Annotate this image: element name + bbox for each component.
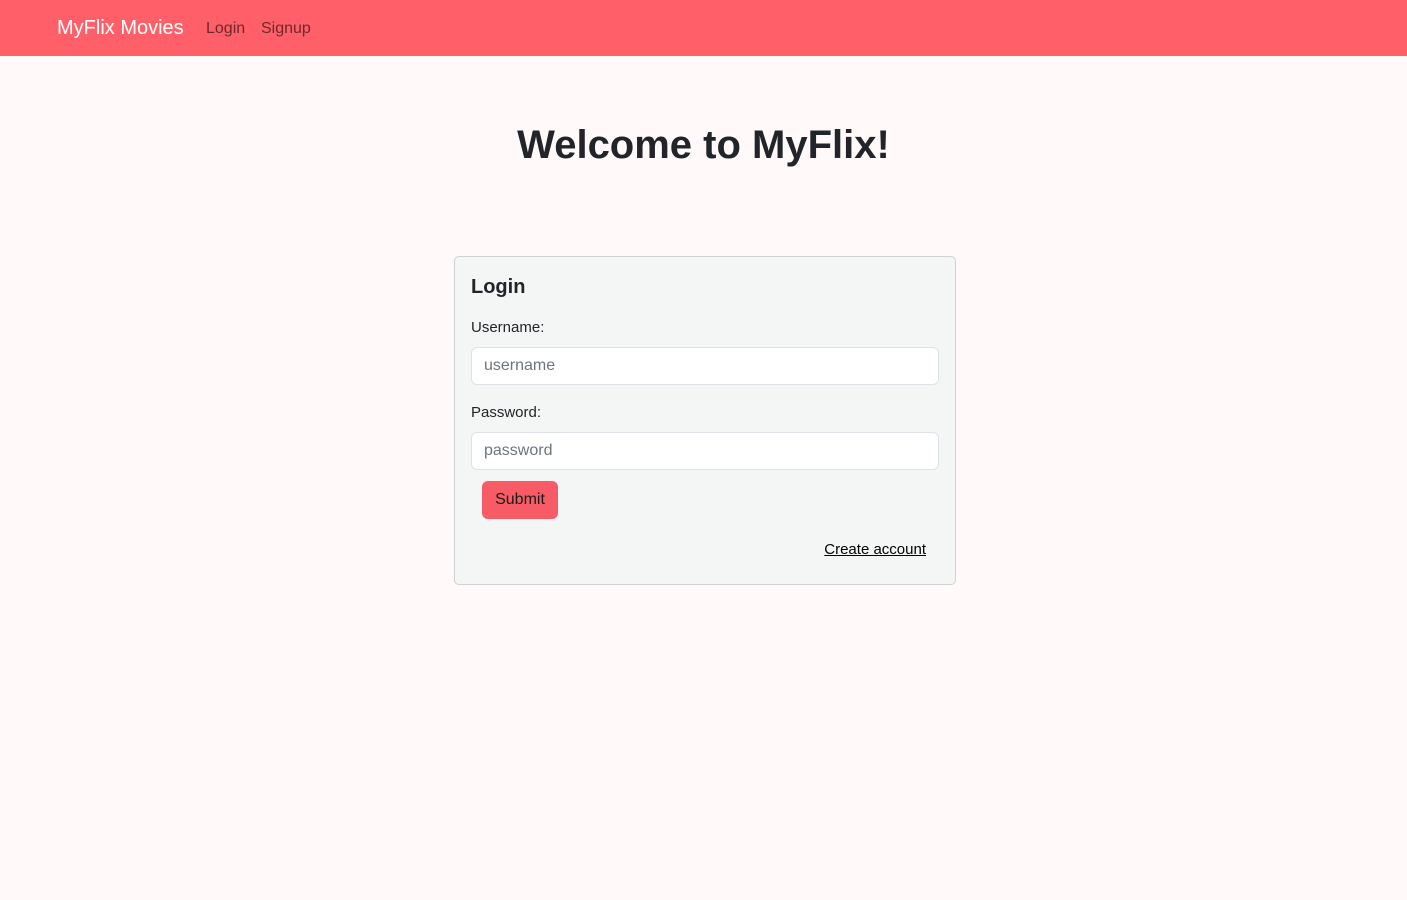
- password-input[interactable]: [471, 432, 939, 470]
- nav-login-link[interactable]: Login: [206, 19, 245, 39]
- username-input[interactable]: [471, 347, 939, 385]
- login-card-title: Login: [471, 276, 526, 298]
- create-account-link[interactable]: Create account: [824, 540, 926, 560]
- page-title: Welcome to MyFlix!: [517, 123, 890, 167]
- password-label: Password:: [471, 404, 542, 421]
- submit-button[interactable]: Submit: [482, 481, 558, 519]
- brand-link[interactable]: MyFlix Movies: [57, 16, 184, 40]
- top-navbar: MyFlix Movies Login Signup: [0, 0, 1407, 56]
- nav-signup-link[interactable]: Signup: [261, 19, 311, 39]
- login-card: Login Username: Password: Submit Create …: [454, 256, 956, 585]
- username-label: Username:: [471, 319, 545, 336]
